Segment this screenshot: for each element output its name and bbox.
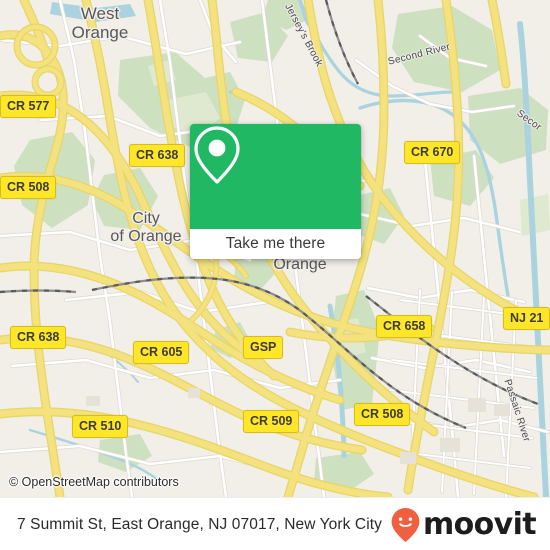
map-attribution[interactable]: © OpenStreetMap contributors xyxy=(9,475,179,489)
highway-shield-cr-658[interactable]: CR 658 xyxy=(376,315,433,338)
moovit-brand[interactable]: moovit xyxy=(390,506,537,543)
highway-shield-gsp[interactable]: GSP xyxy=(243,336,284,359)
location-popup-card[interactable]: Take me there xyxy=(190,124,361,259)
highway-shield-cr-638[interactable]: CR 638 xyxy=(129,144,186,167)
popup-icon-area xyxy=(190,124,361,229)
highway-shield-cr-577[interactable]: CR 577 xyxy=(0,95,57,118)
highway-shield-cr-508-south[interactable]: CR 508 xyxy=(354,403,411,426)
highway-shield-cr-670[interactable]: CR 670 xyxy=(404,141,461,164)
highway-shield-cr-638-south[interactable]: CR 638 xyxy=(10,326,67,349)
highway-shield-cr-509[interactable]: CR 509 xyxy=(243,410,300,433)
smiling-pin-icon xyxy=(391,507,420,542)
map-pin-icon xyxy=(194,126,240,184)
moovit-map-screen: .pk{fill:#cde0c0;} .pk2{fill:#dfe9cf;} .… xyxy=(0,0,550,550)
highway-shield-nj-21[interactable]: NJ 21 xyxy=(503,307,550,330)
footer-bar: 7 Summit St, East Orange, NJ 07017, New … xyxy=(0,497,550,550)
take-me-there-button[interactable]: Take me there xyxy=(190,229,361,259)
highway-shield-cr-508-north[interactable]: CR 508 xyxy=(0,176,57,199)
moovit-wordmark: moovit xyxy=(422,506,537,542)
map-canvas[interactable]: .pk{fill:#cde0c0;} .pk2{fill:#dfe9cf;} .… xyxy=(0,0,550,497)
address-label: 7 Summit St, East Orange, NJ 07017, New … xyxy=(17,515,383,533)
highway-shield-cr-510[interactable]: CR 510 xyxy=(72,415,129,438)
highway-shield-cr-605[interactable]: CR 605 xyxy=(133,341,190,364)
